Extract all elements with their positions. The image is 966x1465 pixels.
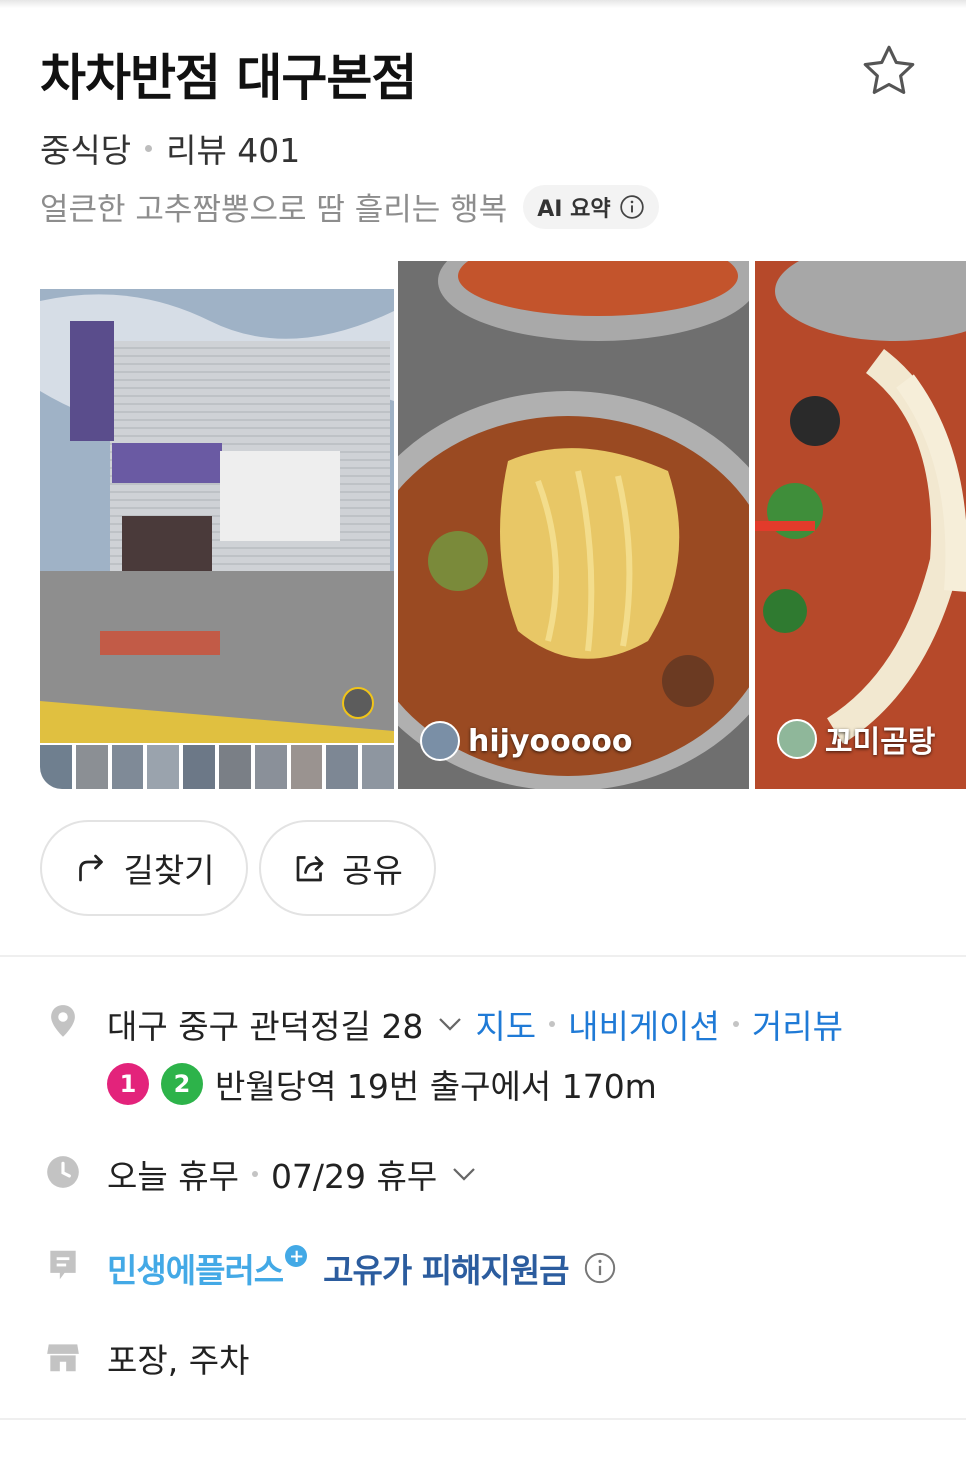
- food-image: [398, 261, 749, 789]
- streetview-link[interactable]: 거리뷰: [752, 1000, 843, 1048]
- memo-icon: [50, 1250, 76, 1280]
- directions-label: 길찾기: [123, 851, 215, 890]
- hours-detail: 07/29 휴무: [270, 1157, 438, 1196]
- info-icon[interactable]: [583, 1251, 617, 1285]
- subway-text: 반월당역 19번 출구에서 170m: [215, 1067, 657, 1106]
- location-pin-icon: [51, 1005, 75, 1037]
- subway-line-1-badge: 1: [107, 1063, 149, 1105]
- avatar: [420, 721, 460, 761]
- star-icon[interactable]: [858, 40, 920, 102]
- link-separator: [549, 1021, 556, 1027]
- hours-line: 오늘 휴무 07/29 휴무: [107, 1150, 489, 1198]
- photo-credit: 꼬미곰탕: [777, 717, 935, 761]
- thumbnail[interactable]: [254, 745, 287, 789]
- ai-summary: 얼큰한 고추짬뽕으로 땀 흘리는 행복 AI 요약: [40, 184, 659, 229]
- section-divider: [0, 1418, 966, 1420]
- place-meta: 중식당 리뷰 401: [40, 124, 300, 172]
- info-icon[interactable]: [619, 194, 645, 220]
- thumbnail[interactable]: [183, 745, 215, 789]
- summary-text: 얼큰한 고추짬뽕으로 땀 흘리는 행복: [40, 192, 508, 228]
- photo-food-2[interactable]: 꼬미곰탕: [755, 261, 966, 789]
- photo-gallery[interactable]: hijyooooo 꼬미곰탕: [40, 261, 966, 789]
- promotion-text: 고유가 피해지원금: [323, 1251, 569, 1290]
- streetview-image: [40, 289, 394, 743]
- meta-separator: [145, 144, 153, 152]
- hours-status: 오늘 휴무: [107, 1157, 239, 1196]
- avatar: [777, 719, 817, 759]
- share-icon: [296, 856, 324, 882]
- text-scan-icon[interactable]: [342, 687, 374, 719]
- streetview-thumbnails[interactable]: [40, 743, 394, 789]
- subway-line-2-badge: 2: [161, 1063, 203, 1105]
- section-divider: [0, 955, 966, 957]
- photo-streetview[interactable]: [40, 261, 394, 789]
- thumbnail[interactable]: [362, 745, 394, 789]
- ai-summary-badge[interactable]: AI 요약: [523, 184, 659, 229]
- thumbnail[interactable]: [111, 745, 144, 789]
- review-count[interactable]: 리뷰 401: [166, 124, 300, 172]
- address-line: 대구 중구 관덕정길 28 지도 내비게이션 거리뷰: [107, 1000, 843, 1048]
- thumbnail[interactable]: [147, 745, 180, 789]
- ai-badge-label: AI 요약: [537, 196, 611, 222]
- navigation-link[interactable]: 내비게이션: [568, 1000, 720, 1048]
- map-link[interactable]: 지도: [475, 1000, 536, 1048]
- place-title: 차차반점 대구본점: [40, 49, 417, 107]
- promotion-brand: 민생에플러스: [107, 1251, 284, 1290]
- subway-info: 1 2 반월당역 19번 출구에서 170m: [107, 1060, 657, 1108]
- category-label: 중식당: [40, 131, 132, 170]
- credit-name: 꼬미곰탕: [825, 725, 936, 760]
- plus-badge: +: [285, 1245, 308, 1267]
- link-separator: [732, 1021, 739, 1027]
- top-shadow: [0, 0, 966, 8]
- thumbnail[interactable]: [290, 745, 323, 789]
- photo-credit: hijyooooo: [420, 721, 633, 761]
- directions-button[interactable]: 길찾기: [40, 820, 248, 916]
- thumbnail[interactable]: [218, 745, 251, 789]
- store-icon: [47, 1344, 79, 1372]
- chevron-down-icon[interactable]: [449, 1159, 479, 1189]
- share-label: 공유: [342, 851, 403, 890]
- food-image: [755, 261, 966, 789]
- share-button[interactable]: 공유: [259, 820, 436, 916]
- directions-icon: [79, 854, 104, 882]
- thumbnail[interactable]: [75, 745, 108, 789]
- chevron-down-icon[interactable]: [435, 1009, 465, 1039]
- amenities-text: 포장, 주차: [107, 1341, 250, 1380]
- photo-food-1[interactable]: hijyooooo: [398, 261, 749, 789]
- promotion-line: 민생에플러스 + 고유가 피해지원금: [107, 1244, 617, 1292]
- clock-icon: [47, 1156, 79, 1188]
- credit-name: hijyooooo: [468, 723, 633, 759]
- thumbnail[interactable]: [40, 745, 72, 789]
- hours-separator: [251, 1171, 258, 1177]
- address-text: 대구 중구 관덕정길 28: [107, 1007, 424, 1046]
- thumbnail[interactable]: [326, 745, 359, 789]
